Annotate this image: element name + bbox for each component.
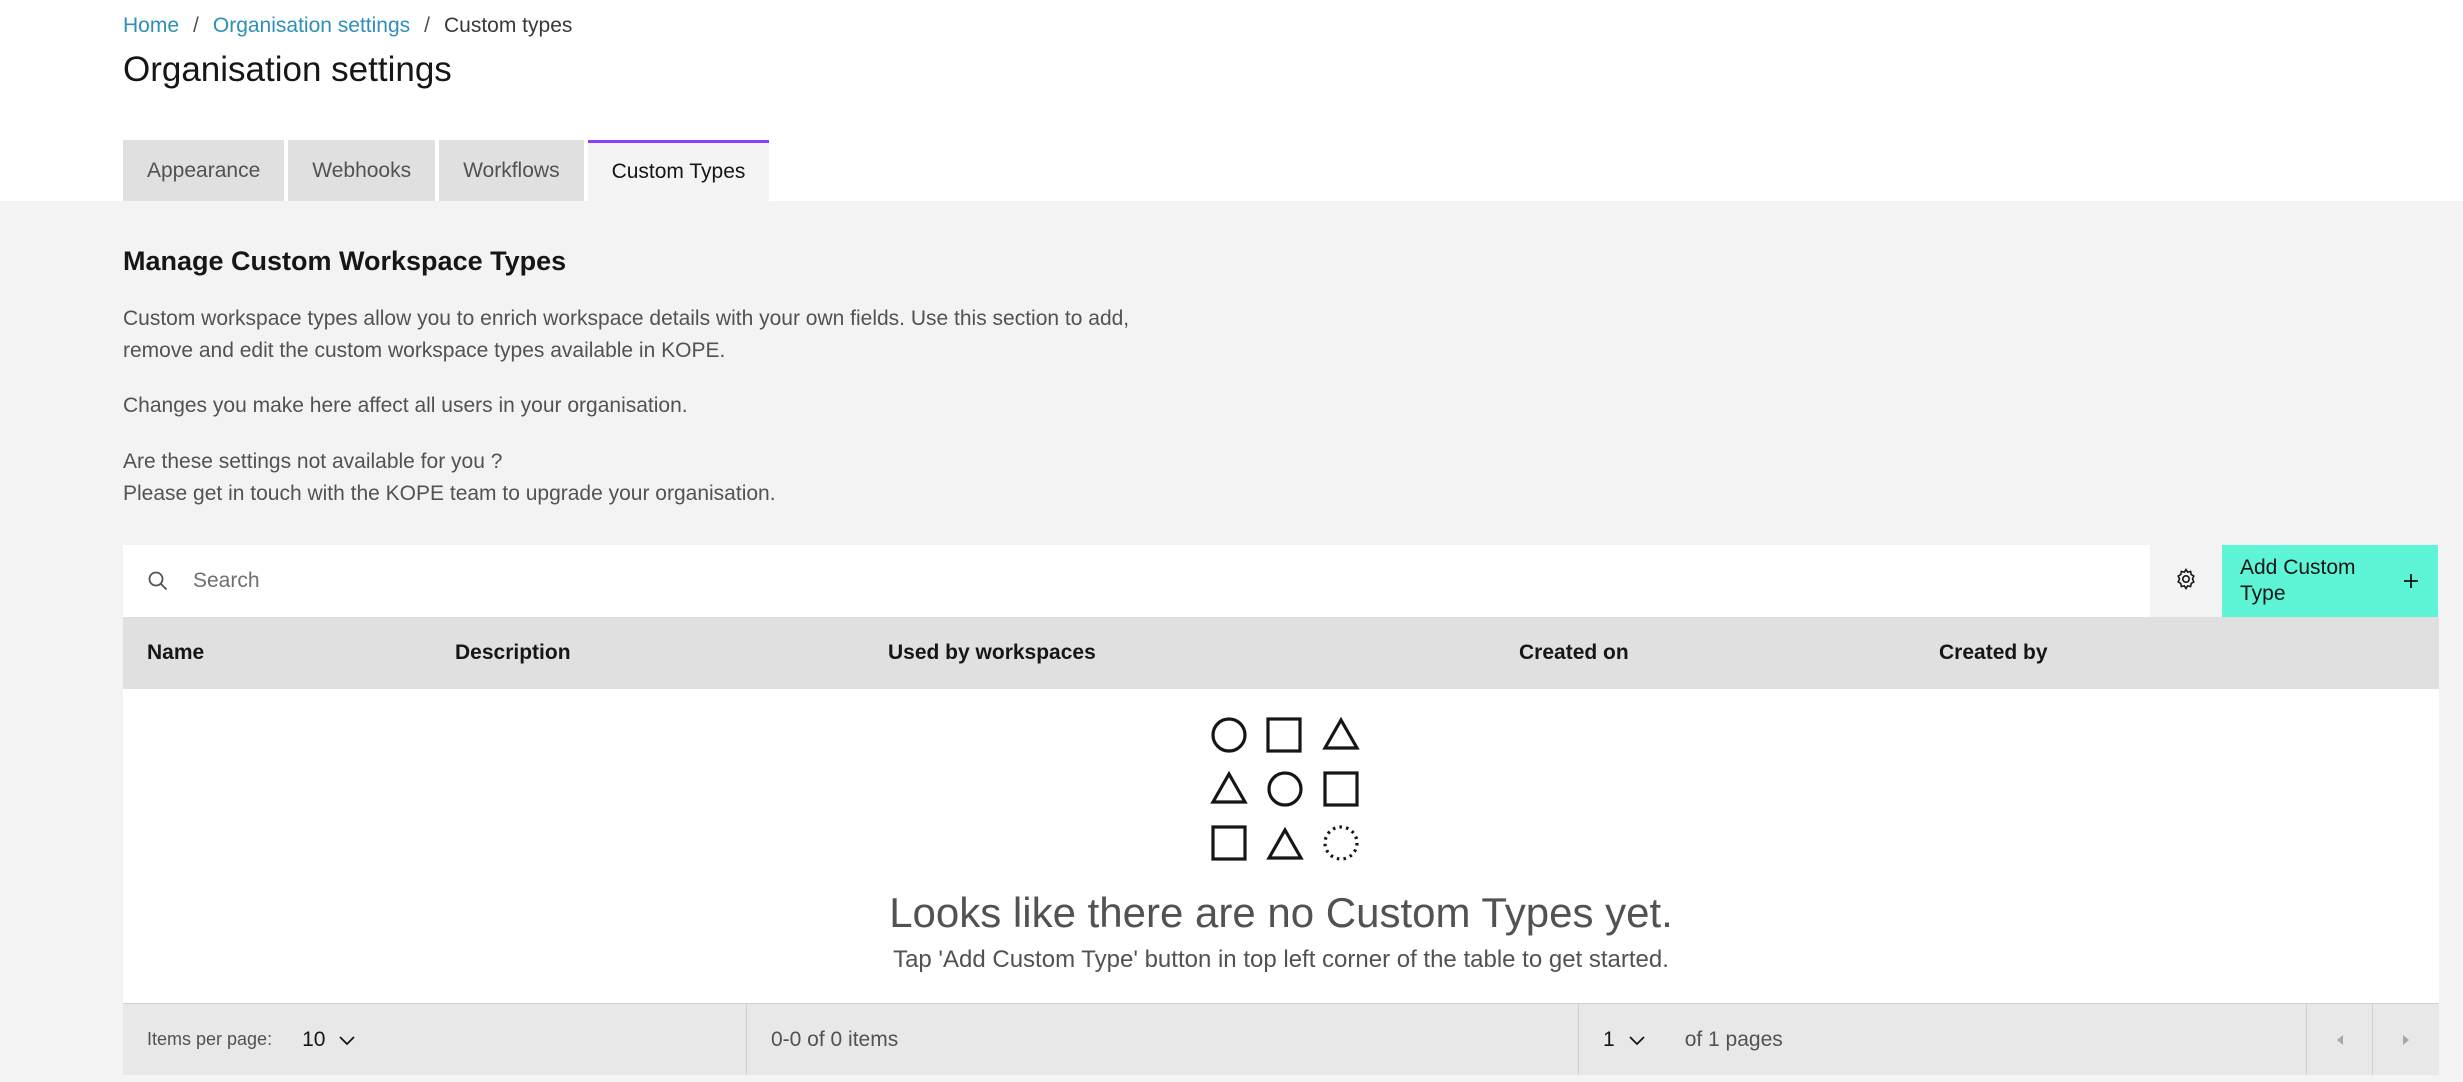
column-header-description[interactable]: Description — [455, 617, 571, 689]
pagination-bar: Items per page: 10 0-0 of 0 items 1 of 1… — [123, 1003, 2439, 1075]
empty-state-subtitle: Tap 'Add Custom Type' button in top left… — [893, 946, 1669, 973]
table-settings-button[interactable] — [2150, 545, 2222, 617]
column-header-created-by[interactable]: Created by — [1939, 617, 2048, 689]
item-range-text: 0-0 of 0 items — [771, 1027, 899, 1051]
search-input[interactable] — [193, 569, 2093, 593]
breadcrumb-separator: / — [424, 14, 430, 37]
breadcrumb-current: Custom types — [444, 14, 573, 37]
total-pages-text: of 1 pages — [1684, 1027, 1783, 1051]
empty-state: Looks like there are no Custom Types yet… — [123, 689, 2439, 1003]
gear-icon — [2174, 567, 2198, 596]
tab-appearance[interactable]: Appearance — [123, 140, 285, 201]
page-select-group: 1 of 1 pages — [1579, 1004, 2307, 1075]
previous-page-button[interactable] — [2307, 1004, 2373, 1075]
add-custom-type-button[interactable]: Add Custom Type — [2222, 545, 2438, 617]
section-title: Manage Custom Workspace Types — [123, 246, 567, 276]
main-content: Manage Custom Workspace Types Custom wor… — [0, 201, 2463, 1082]
upgrade-question: Are these settings not available for you… — [123, 450, 503, 473]
tab-workflows[interactable]: Workflows — [439, 140, 584, 201]
breadcrumb-home-link[interactable]: Home — [123, 14, 179, 38]
org-wide-notice: Changes you make here affect all users i… — [123, 394, 688, 417]
item-range: 0-0 of 0 items — [747, 1004, 1579, 1075]
tab-custom-types[interactable]: Custom Types — [587, 140, 770, 201]
items-per-page: Items per page: 10 — [123, 1004, 747, 1075]
caret-right-icon — [2401, 1028, 2411, 1052]
chevron-down-icon[interactable] — [1629, 1028, 1645, 1052]
breadcrumb-separator: / — [193, 14, 199, 37]
column-header-created-on[interactable]: Created on — [1519, 617, 1629, 689]
chevron-down-icon[interactable] — [339, 1028, 356, 1052]
column-header-name[interactable]: Name — [147, 617, 204, 689]
add-custom-type-label: Add Custom Type — [2240, 556, 2356, 605]
column-header-used-by-workspaces[interactable]: Used by workspaces — [888, 617, 1096, 689]
items-per-page-label: Items per page: — [147, 1029, 273, 1049]
table-header: Name Description Used by workspaces Crea… — [123, 617, 2439, 689]
description-text: Custom workspace types allow you to enri… — [123, 307, 1130, 362]
tab-list: Appearance Webhooks Workflows Custom Typ… — [123, 140, 770, 201]
tab-webhooks[interactable]: Webhooks — [288, 140, 436, 201]
empty-state-title: Looks like there are no Custom Types yet… — [889, 889, 1673, 936]
breadcrumb: Home / Organisation settings / Custom ty… — [123, 14, 572, 38]
items-per-page-select[interactable]: 10 — [302, 1028, 325, 1052]
next-page-button[interactable] — [2373, 1004, 2439, 1075]
page-header: Home / Organisation settings / Custom ty… — [0, 0, 2463, 201]
plus-icon — [2402, 565, 2420, 597]
upgrade-notice: Are these settings not available for you… — [123, 446, 1173, 510]
page-title: Organisation settings — [123, 50, 452, 89]
shapes-grid-icon — [1210, 716, 1360, 861]
table-toolbar: Add Custom Type — [123, 545, 2439, 617]
search-bar — [123, 545, 2150, 617]
caret-left-icon — [2335, 1028, 2345, 1052]
breadcrumb-org-settings-link[interactable]: Organisation settings — [213, 14, 410, 38]
page-select[interactable]: 1 — [1603, 1028, 1615, 1052]
search-icon — [123, 545, 193, 617]
upgrade-instruction: Please get in touch with the KOPE team t… — [123, 482, 776, 505]
